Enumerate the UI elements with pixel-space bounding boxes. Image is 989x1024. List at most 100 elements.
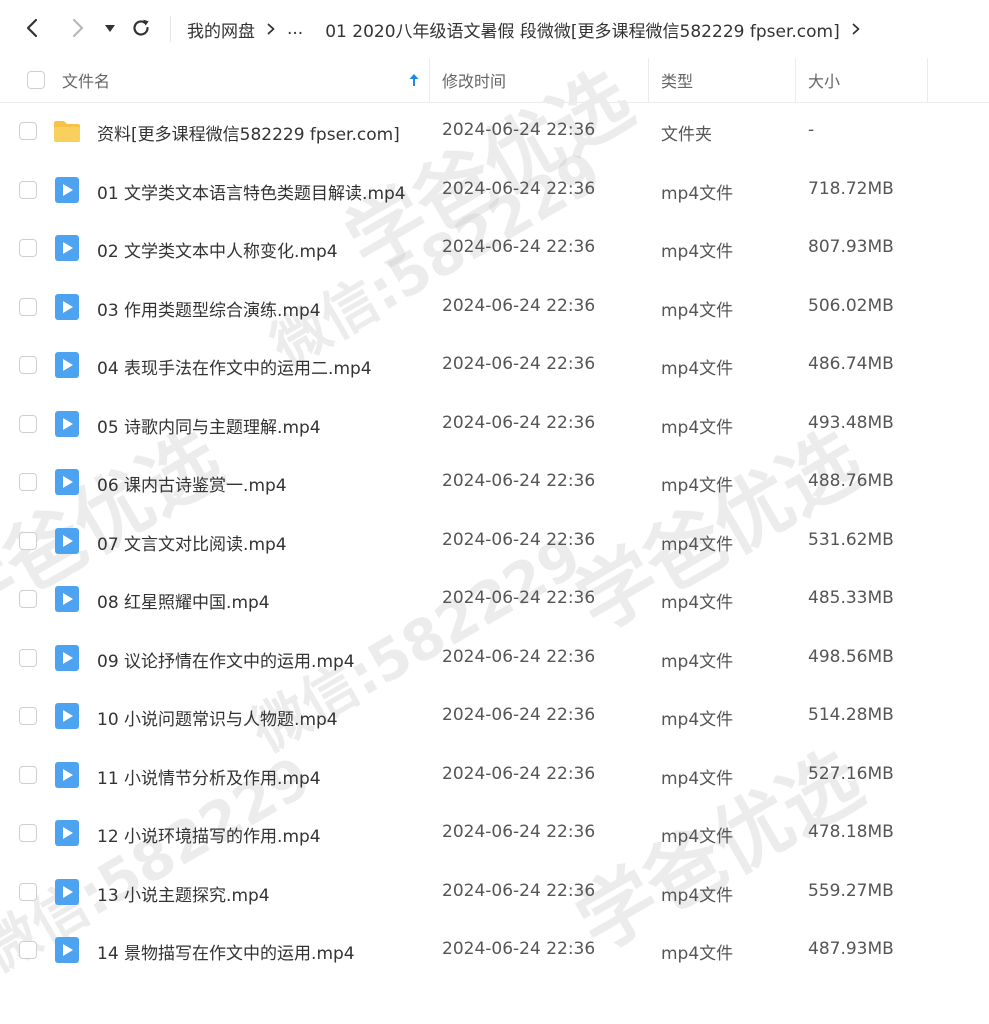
file-size: 485.33MB: [808, 588, 894, 608]
row-checkbox[interactable]: [19, 532, 37, 550]
file-row[interactable]: 14 景物描写在作文中的运用.mp4 2024-06-24 22:36 mp4文件 4…: [0, 921, 989, 979]
toolbar: 我的网盘 ... 01 2020八年级语文暑假 段微微[更多课程微信582229…: [0, 0, 989, 58]
file-row[interactable]: 08 红星照耀中国.mp4 2024-06-24 22:36 mp4文件 485.33…: [0, 570, 989, 628]
file-row[interactable]: 03 作用类题型综合演练.mp4 2024-06-24 22:36 mp4文件 506…: [0, 278, 989, 336]
row-checkbox[interactable]: [19, 707, 37, 725]
file-type: mp4文件: [661, 886, 734, 906]
row-checkbox[interactable]: [19, 649, 37, 667]
file-modified-time: 2024-06-24 22:36: [442, 120, 596, 140]
file-modified-time: 2024-06-24 22:36: [442, 530, 596, 550]
file-row[interactable]: 13 小说主题探究.mp4 2024-06-24 22:36 mp4文件 559.27…: [0, 863, 989, 921]
file-modified-time: 2024-06-24 22:36: [442, 939, 596, 959]
refresh-icon: [133, 19, 149, 36]
breadcrumb-ellipsis[interactable]: ...: [287, 19, 303, 39]
file-size: 487.93MB: [808, 939, 894, 959]
file-row[interactable]: 10 小说问题常识与人物题.mp4 2024-06-24 22:36 mp4文件 51…: [0, 687, 989, 745]
file-row[interactable]: 02 文学类文本中人称变化.mp4 2024-06-24 22:36 mp4文件 80…: [0, 219, 989, 277]
file-name[interactable]: 11 小说情节分析及作用.mp4: [97, 764, 321, 789]
file-row[interactable]: 04 表现手法在作文中的运用二.mp4 2024-06-24 22:36 mp4文件…: [0, 336, 989, 394]
video-file-icon: [52, 877, 82, 907]
row-checkbox[interactable]: [19, 824, 37, 842]
video-file-icon: [52, 233, 82, 263]
file-row[interactable]: 11 小说情节分析及作用.mp4 2024-06-24 22:36 mp4文件 527…: [0, 746, 989, 804]
file-name[interactable]: 13 小说主题探究.mp4: [97, 881, 270, 906]
file-name[interactable]: 04 表现手法在作文中的运用二.mp4: [97, 354, 372, 379]
file-modified-time: 2024-06-24 22:36: [442, 354, 596, 374]
history-dropdown-button[interactable]: [98, 14, 122, 42]
file-list-header: 文件名 修改时间 类型 大小: [0, 58, 989, 103]
breadcrumb-current[interactable]: 01 2020八年级语文暑假 段微微[更多课程微信582229 fpser.co…: [325, 17, 840, 42]
row-checkbox[interactable]: [19, 590, 37, 608]
file-size: 506.02MB: [808, 296, 894, 316]
file-modified-time: 2024-06-24 22:36: [442, 413, 596, 433]
row-checkbox[interactable]: [19, 298, 37, 316]
file-type: mp4文件: [661, 827, 734, 847]
file-modified-time: 2024-06-24 22:36: [442, 705, 596, 725]
forward-button[interactable]: [64, 14, 92, 42]
file-row[interactable]: 09 议论抒情在作文中的运用.mp4 2024-06-24 22:36 mp4文件 4…: [0, 629, 989, 687]
file-name[interactable]: 资料[更多课程微信582229 fpser.com]: [97, 120, 400, 145]
refresh-button[interactable]: [127, 14, 155, 42]
video-file-icon: [52, 701, 82, 731]
column-header-size-label: 大小: [808, 72, 841, 91]
select-all-checkbox[interactable]: [27, 71, 45, 89]
breadcrumb-root[interactable]: 我的网盘: [187, 17, 255, 42]
file-modified-time: 2024-06-24 22:36: [442, 881, 596, 901]
caret-down-icon: [105, 25, 115, 32]
file-modified-time: 2024-06-24 22:36: [442, 179, 596, 199]
file-row[interactable]: 12 小说环境描写的作用.mp4 2024-06-24 22:36 mp4文件 478…: [0, 804, 989, 862]
folder-icon: [52, 116, 82, 146]
column-divider: [927, 58, 928, 102]
file-row[interactable]: 06 课内古诗鉴赏一.mp4 2024-06-24 22:36 mp4文件 488.7…: [0, 453, 989, 511]
file-type: mp4文件: [661, 242, 734, 262]
column-header-name[interactable]: 文件名: [62, 58, 422, 102]
video-file-icon: [52, 584, 82, 614]
video-file-icon: [52, 467, 82, 497]
row-checkbox[interactable]: [19, 883, 37, 901]
file-name[interactable]: 01 文学类文本语言特色类题目解读.mp4: [97, 179, 406, 204]
file-name[interactable]: 09 议论抒情在作文中的运用.mp4: [97, 647, 355, 672]
file-name[interactable]: 14 景物描写在作文中的运用.mp4: [97, 939, 355, 964]
video-file-icon: [52, 760, 82, 790]
row-checkbox[interactable]: [19, 941, 37, 959]
row-checkbox[interactable]: [19, 122, 37, 140]
column-header-size[interactable]: 大小: [808, 58, 840, 102]
file-modified-time: 2024-06-24 22:36: [442, 588, 596, 608]
back-arrow-icon: [26, 18, 38, 38]
file-size: 527.16MB: [808, 764, 894, 784]
video-file-icon: [52, 818, 82, 848]
file-type: mp4文件: [661, 652, 734, 672]
file-type: mp4文件: [661, 593, 734, 613]
row-checkbox[interactable]: [19, 473, 37, 491]
file-row[interactable]: 07 文言文对比阅读.mp4 2024-06-24 22:36 mp4文件 531.6…: [0, 512, 989, 570]
file-size: 488.76MB: [808, 471, 894, 491]
file-type: 文件夹: [661, 125, 712, 145]
row-checkbox[interactable]: [19, 415, 37, 433]
row-checkbox[interactable]: [19, 239, 37, 257]
chevron-right-icon: [852, 23, 860, 35]
file-type: mp4文件: [661, 359, 734, 379]
file-name[interactable]: 10 小说问题常识与人物题.mp4: [97, 705, 338, 730]
column-header-type[interactable]: 类型: [661, 58, 693, 102]
row-checkbox[interactable]: [19, 766, 37, 784]
file-name[interactable]: 05 诗歌内同与主题理解.mp4: [97, 413, 321, 438]
file-name[interactable]: 12 小说环境描写的作用.mp4: [97, 822, 321, 847]
column-header-name-label: 文件名: [62, 72, 111, 91]
file-modified-time: 2024-06-24 22:36: [442, 296, 596, 316]
file-type: mp4文件: [661, 944, 734, 964]
file-row[interactable]: 资料[更多课程微信582229 fpser.com] 2024-06-24 22:…: [0, 102, 989, 160]
file-name[interactable]: 07 文言文对比阅读.mp4: [97, 530, 287, 555]
file-name[interactable]: 08 红星照耀中国.mp4: [97, 588, 270, 613]
row-checkbox[interactable]: [19, 356, 37, 374]
file-name[interactable]: 03 作用类题型综合演练.mp4: [97, 296, 321, 321]
file-name[interactable]: 06 课内古诗鉴赏一.mp4: [97, 471, 287, 496]
file-row[interactable]: 05 诗歌内同与主题理解.mp4 2024-06-24 22:36 mp4文件 493…: [0, 395, 989, 453]
back-button[interactable]: [18, 14, 46, 42]
file-type: mp4文件: [661, 301, 734, 321]
sort-ascending-icon[interactable]: [408, 58, 420, 102]
row-checkbox[interactable]: [19, 181, 37, 199]
column-header-modified[interactable]: 修改时间: [442, 58, 506, 102]
file-name[interactable]: 02 文学类文本中人称变化.mp4: [97, 237, 338, 262]
column-header-type-label: 类型: [661, 72, 694, 91]
file-row[interactable]: 01 文学类文本语言特色类题目解读.mp4 2024-06-24 22:36 mp4…: [0, 161, 989, 219]
